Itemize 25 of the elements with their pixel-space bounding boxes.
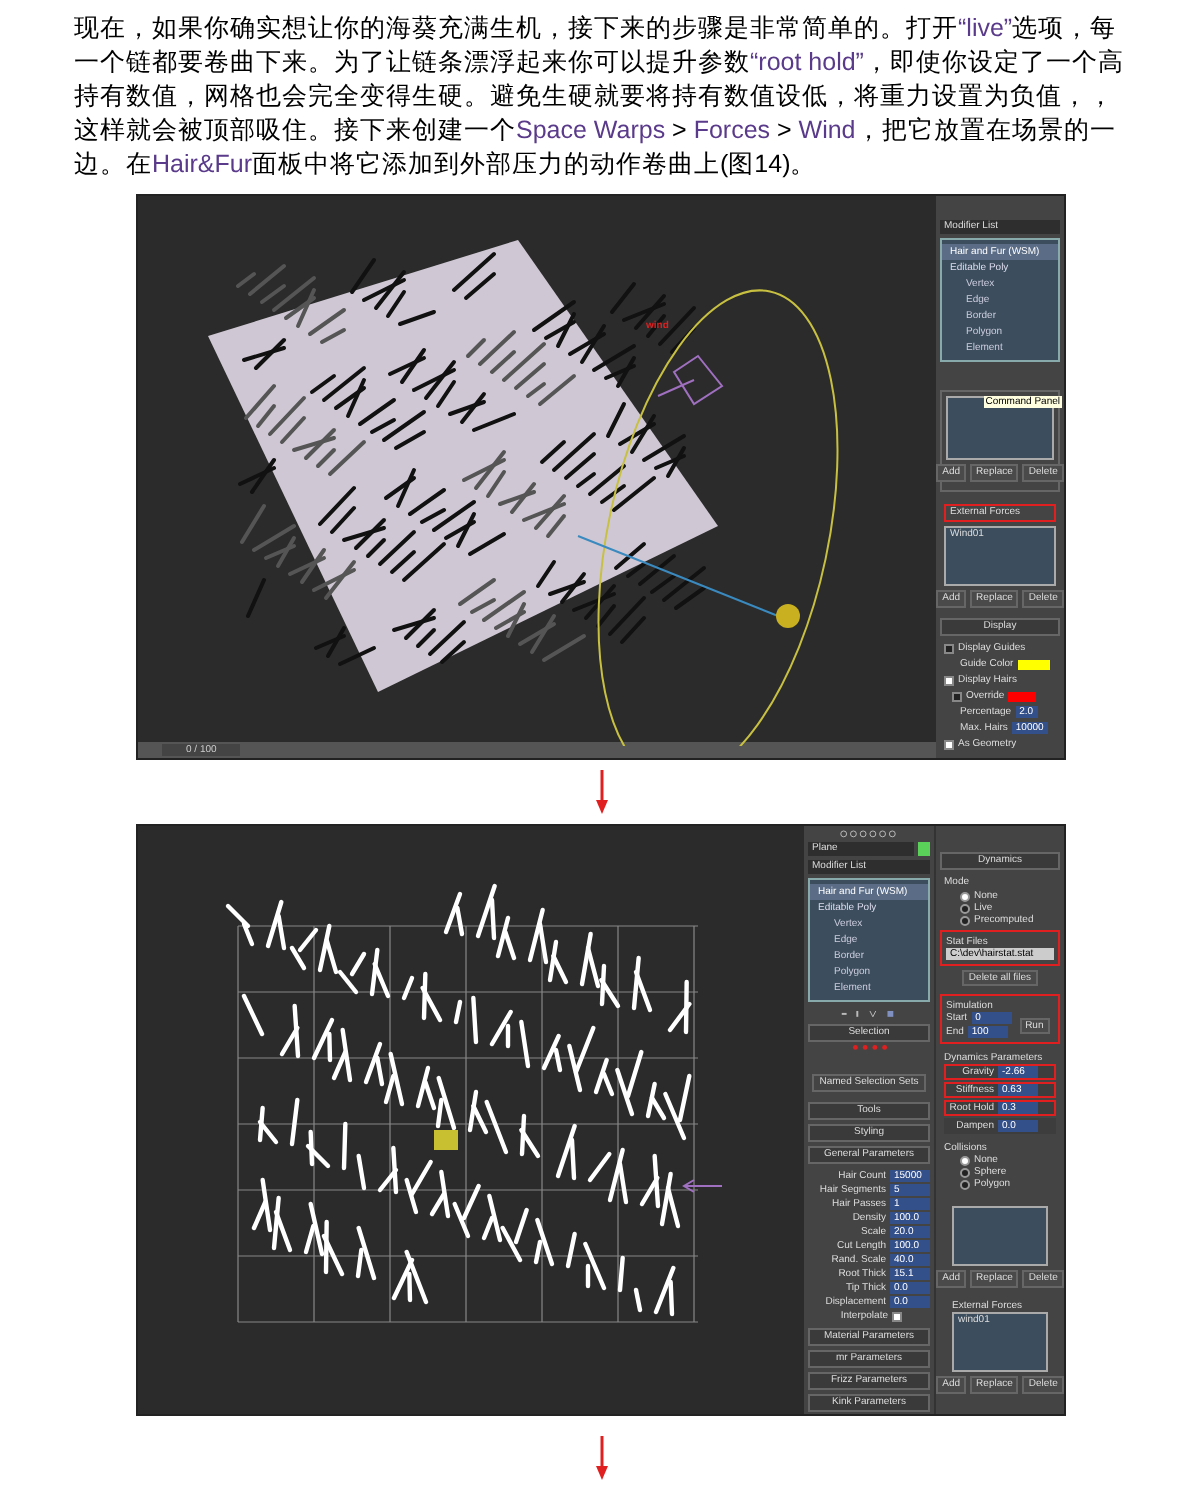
- color-swatch[interactable]: [1017, 659, 1050, 669]
- radio-button[interactable]: [960, 915, 970, 925]
- radio-button[interactable]: [960, 1167, 970, 1177]
- radio-button[interactable]: [960, 1179, 970, 1189]
- radio-button[interactable]: [960, 903, 970, 913]
- checkbox[interactable]: [944, 675, 954, 685]
- arrow-gizmo-icon: [682, 1178, 722, 1194]
- keyword-link[interactable]: “live”: [958, 14, 1013, 42]
- radio-button[interactable]: [960, 1155, 970, 1165]
- keyword-link[interactable]: Forces: [693, 116, 771, 144]
- radio-button[interactable]: [960, 891, 970, 901]
- keyword-link[interactable]: Wind: [798, 116, 856, 144]
- down-arrow-icon: [595, 1436, 607, 1480]
- article-paragraph: 现在，如果你确实想让你的海葵充满生机，接下来的步骤是非常简单的。打开“live”选项，每一个链都要卷曲下来。为了让链条漂浮起来你可以提升参数“root hold”，即使你设定了一个高持有数值，网格也会完全变得生硬。避免生硬就要将持有数值设低，将重力设置为负值，，这样就会被顶部吸住。接下来创建一个Space Warps > Forces > Wind，把它放置在场景的一边。在Hair&Fur面板中将它添加到外部压力的动作卷曲上(图14)。: [74, 12, 1126, 182]
- down-arrow-icon: [595, 770, 607, 814]
- object-color-swatch[interactable]: [918, 841, 930, 856]
- color-swatch[interactable]: [1008, 691, 1037, 701]
- checkbox[interactable]: [952, 691, 962, 701]
- list-box[interactable]: [952, 1206, 1048, 1266]
- keyword-link[interactable]: “root hold”: [750, 48, 864, 76]
- checkbox[interactable]: [892, 1311, 902, 1322]
- keyword-link[interactable]: Space Warps: [516, 116, 666, 144]
- checkbox[interactable]: [944, 643, 954, 653]
- keyword-link[interactable]: Hair&Fur: [152, 150, 253, 178]
- checkbox[interactable]: [944, 739, 954, 749]
